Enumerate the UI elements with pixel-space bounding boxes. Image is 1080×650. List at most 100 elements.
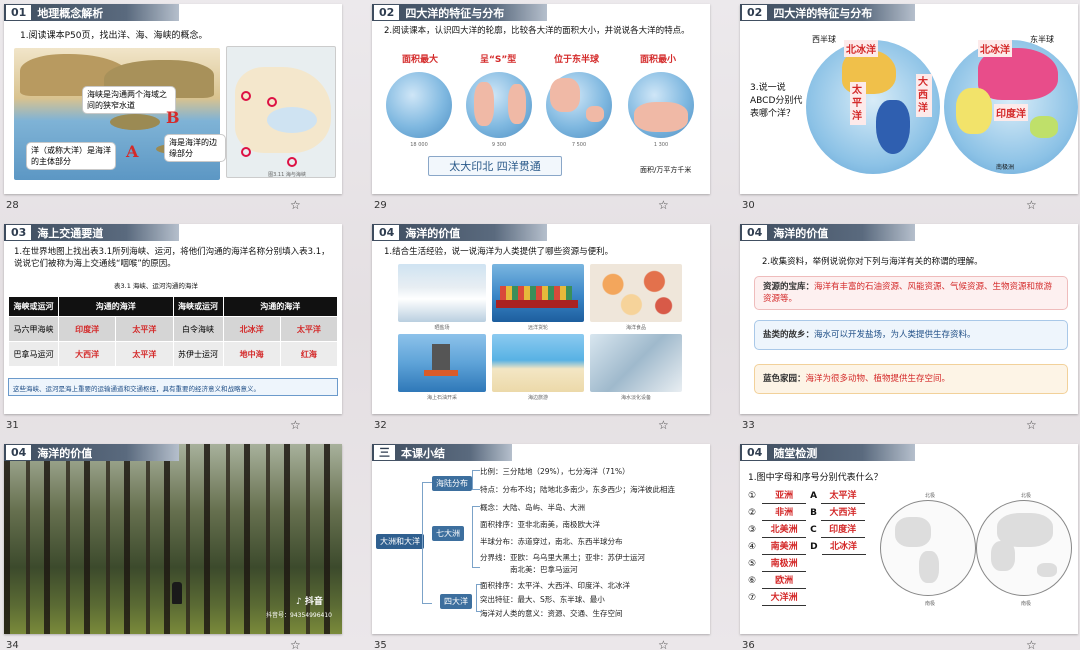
east-hemisphere-outline: [976, 500, 1072, 596]
summary-item: 海洋对人类的意义：资源、交通、生存空间: [480, 609, 623, 618]
unit-label: 面积/万平方千米: [640, 166, 692, 174]
star-icon[interactable]: ☆: [1026, 198, 1037, 212]
summary-item: 面积排序：太平洋、大西洋、印度洋、北冰洋: [480, 581, 630, 590]
indian-globe: [546, 72, 612, 138]
star-icon[interactable]: ☆: [658, 198, 669, 212]
watermark-id: 抖音号：94354996410: [266, 612, 332, 619]
slide-header: 04 海洋的价值: [740, 224, 915, 241]
hiker: [172, 582, 182, 604]
slide-number: 28: [6, 200, 19, 211]
slide-number: 30: [742, 200, 755, 211]
ocean-label: 北冰洋: [844, 40, 878, 57]
salt-card: 盐类的故乡：海水可以开发盐场，为人类提供生存资料。: [754, 320, 1068, 350]
slide-header: 04 海洋的价值: [372, 224, 547, 241]
star-icon[interactable]: ☆: [290, 638, 301, 650]
summary-item: 半球分布：赤道穿过，南北、东西半球分布: [480, 537, 623, 546]
slide-header: 04 海洋的价值: [4, 444, 179, 461]
forest-photo: [4, 444, 342, 634]
branch-continents: 七大洲: [432, 526, 464, 541]
salt-field-photo: [398, 264, 486, 322]
slide-header: 三 本课小结: [372, 444, 512, 461]
answer-row: ① 亚洲 A 太平洋: [748, 488, 888, 505]
answer-row: ④ 南美洲 D 北冰洋: [748, 539, 888, 556]
branch-land-sea: 海陆分布: [432, 476, 472, 491]
star-icon[interactable]: ☆: [658, 638, 669, 650]
slide-header: 03 海上交通要道: [4, 224, 179, 241]
west-hemisphere-outline: [880, 500, 976, 596]
star-icon[interactable]: ☆: [290, 418, 301, 432]
desalination-photo: [590, 334, 682, 392]
summary-item: 比例：三分陆地（29%），七分海洋（71%）: [480, 467, 630, 476]
tiktok-watermark: ♪ 抖音: [296, 597, 323, 607]
feature-label: 面积最小: [640, 55, 677, 65]
tree-lines: [472, 470, 480, 490]
label-b: B: [166, 108, 180, 127]
feature-label: 位于东半球: [554, 55, 600, 65]
summary-item: 概念：大陆、岛屿、半岛、大洲: [480, 503, 585, 512]
answer-list: ① 亚洲 A 太平洋 ② 非洲 B 大西洋 ③ 北美洲 C 印度洋 ④ 南美洲 D 北冰洋 ⑤ 南极洲 ⑥ 欧洲 ⑦ 大洋…: [748, 488, 888, 607]
answer-row: ③ 北美洲 C 印度洋: [748, 522, 888, 539]
slide-number: 33: [742, 420, 755, 431]
antarctica-label: 南极洲: [996, 164, 1015, 171]
star-icon[interactable]: ☆: [290, 198, 301, 212]
ocean-label: 北冰洋: [978, 40, 1012, 57]
star-icon[interactable]: ☆: [1026, 638, 1037, 650]
answer-row: ⑤ 南极洲: [748, 556, 888, 573]
slide-prompt: 2.阅读课本，认识四大洋的轮廓，比较各大洋的面积大小，并说说各大洋的特点。: [384, 26, 690, 36]
summary-root: 大洲和大洋: [376, 534, 424, 549]
slide-number: 31: [6, 420, 19, 431]
note-box: 这些海峡、运河是海上重要的运输通道和交通枢纽，具有重要的经济意义和战略意义。: [8, 378, 338, 396]
arctic-globe: [628, 72, 694, 138]
tree-lines: [472, 506, 480, 568]
ocean-callout: 洋（或称大洋）是海洋的主体部分: [26, 142, 116, 170]
europe-map: 图3.11 海与海峡: [226, 46, 336, 178]
slide-number: 32: [374, 420, 387, 431]
slide-number: 29: [374, 200, 387, 211]
branch-oceans: 四大洋: [440, 594, 472, 609]
slide-number: 35: [374, 640, 387, 650]
ocean-label: 大西洋: [916, 74, 932, 117]
answer-row: ② 非洲 B 大西洋: [748, 505, 888, 522]
slide-header: 01 地理概念解析: [4, 4, 179, 21]
seafood-photo: [590, 264, 682, 322]
blue-home-card: 蓝色家园：海洋为很多动物、植物提供生存空间。: [754, 364, 1068, 394]
answer-row: ⑦ 大洋洲: [748, 590, 888, 607]
west-hemisphere-label: 西半球: [812, 35, 836, 44]
motto-box: 太大印北 四洋贯通: [428, 156, 562, 176]
slide-number: 34: [6, 640, 19, 650]
slide-header: 02 四大洋的特征与分布: [740, 4, 915, 21]
strait-callout: 海峡是沟通两个海域之间的狭窄水道: [82, 86, 176, 114]
slide-prompt: 1.阅读课本P50页，找出洋、海、海峡的概念。: [20, 31, 208, 41]
question-text: 3.说一说ABCD分别代表哪个洋？: [750, 83, 803, 119]
summary-item: 突出特征：最大、S形、东半球、最小: [480, 595, 605, 604]
slide-prompt: 2.收集资料，举例说说你对下列与海洋有关的称谓的理解。: [762, 257, 983, 267]
answer-row: ⑥ 欧洲: [748, 573, 888, 590]
resource-card: 资源的宝库：海洋有丰富的石油资源、风能资源、气候资源、生物资源和旅游资源等。: [754, 276, 1068, 310]
tree-lines: [422, 482, 432, 604]
summary-item: 面积排序：亚非北南美，南极欧大洋: [480, 520, 600, 529]
tiktok-icon: ♪: [296, 597, 302, 607]
ocean-label: 印度洋: [994, 104, 1028, 121]
beach-photo: [492, 334, 584, 392]
oil-platform-photo: [398, 334, 486, 392]
summary-item: 特点：分布不均；陆地北多南少，东多西少；海洋彼此相连: [480, 485, 675, 494]
slide-header: 04 随堂检测: [740, 444, 915, 461]
feature-label: 呈“S”型: [480, 55, 517, 65]
slide-header: 02 四大洋的特征与分布: [372, 4, 547, 21]
summary-item: 南北美：巴拿马运河: [510, 565, 578, 574]
slide-prompt: 1.结合生活经验，说一说海洋为人类提供了哪些资源与便利。: [384, 247, 614, 257]
cargo-ship-photo: [492, 264, 584, 322]
star-icon[interactable]: ☆: [1026, 418, 1037, 432]
star-icon[interactable]: ☆: [658, 418, 669, 432]
slide-number: 36: [742, 640, 755, 650]
pacific-globe: [386, 72, 452, 138]
table-caption: 表3.1 海峡、运河沟通的海洋: [114, 282, 198, 290]
label-a: A: [126, 142, 139, 161]
summary-item: 分界线：亚欧：乌乌里大黑土；亚非：苏伊士运河: [480, 553, 645, 562]
slide-prompt: 1.图中字母和序号分别代表什么？: [748, 473, 883, 483]
slide-prompt: 1.在世界地图上找出表3.1所列海峡、运河，将他们沟通的海洋名称分别填入表3.1…: [14, 247, 330, 269]
ocean-label: 太平洋: [850, 82, 866, 125]
strait-table: 海峡或运河 沟通的海洋 海峡或运河 沟通的海洋 马六甲海峡 印度洋 太平洋 白令…: [8, 296, 339, 367]
atlantic-globe: [466, 72, 532, 138]
feature-label: 面积最大: [402, 55, 439, 65]
